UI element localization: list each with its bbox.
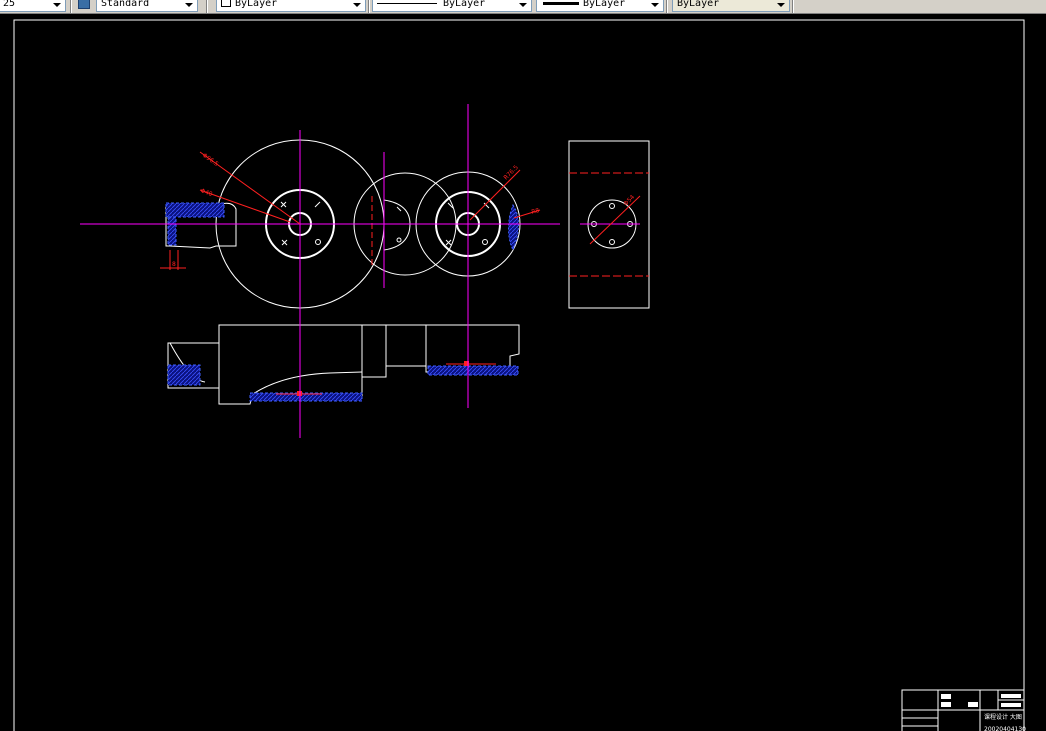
chevron-down-icon[interactable] xyxy=(651,3,659,7)
chevron-down-icon[interactable] xyxy=(53,3,61,7)
toolbar-separator xyxy=(70,0,72,13)
chevron-down-icon[interactable] xyxy=(519,3,527,7)
title-block-cell xyxy=(1001,703,1021,707)
title-block-code: 20020404130 xyxy=(984,726,1026,731)
title-block-cell xyxy=(968,702,978,707)
color-swatch-icon xyxy=(221,0,231,7)
layer-combo[interactable]: 25 xyxy=(0,0,66,12)
lineweight-value: ByLayer xyxy=(583,0,626,9)
linetype-combo[interactable]: ByLayer xyxy=(372,0,532,12)
title-block-cell xyxy=(941,702,951,707)
toolbar-separator xyxy=(792,0,794,13)
plotstyle-combo[interactable]: ByLayer xyxy=(672,0,790,12)
left-arm-hatch-2 xyxy=(167,216,177,246)
front-hatch-right xyxy=(427,365,519,376)
linetype-value: ByLayer xyxy=(443,0,486,9)
linetype-sample-icon xyxy=(377,3,437,4)
chevron-down-icon[interactable] xyxy=(777,3,785,7)
chevron-down-icon[interactable] xyxy=(185,3,193,7)
chevron-down-icon[interactable] xyxy=(353,3,361,7)
properties-toolbar: 25 Standard ByLayer ByLayer ByLayer ByLa… xyxy=(0,0,1046,14)
dim-left: 8 xyxy=(172,261,176,268)
lineweight-combo[interactable]: ByLayer xyxy=(536,0,664,12)
text-style-combo[interactable]: Standard xyxy=(96,0,198,12)
color-combo[interactable]: ByLayer xyxy=(216,0,366,12)
toolbar-separator xyxy=(666,0,668,13)
plotstyle-value: ByLayer xyxy=(677,0,720,9)
text-style-icon[interactable] xyxy=(78,0,90,9)
toolbar-separator xyxy=(368,0,370,13)
lineweight-sample-icon xyxy=(543,2,579,5)
text-style-value: Standard xyxy=(101,0,150,9)
drawing-canvas[interactable]: Φ96.5 Φ40 R76.5 R8 Φ54 8 课程设计 大图 2002040… xyxy=(0,14,1046,731)
color-value: ByLayer xyxy=(235,0,278,9)
title-block-cell xyxy=(941,694,951,699)
model-space-background xyxy=(0,14,1046,731)
left-arm-hatch xyxy=(165,202,225,218)
toolbar-separator xyxy=(206,0,208,13)
title-block-cell xyxy=(1001,694,1021,698)
layer-combo-value: 25 xyxy=(3,0,16,9)
front-left-hatch xyxy=(167,364,201,386)
title-block-name: 课程设计 大图 xyxy=(984,713,1022,721)
